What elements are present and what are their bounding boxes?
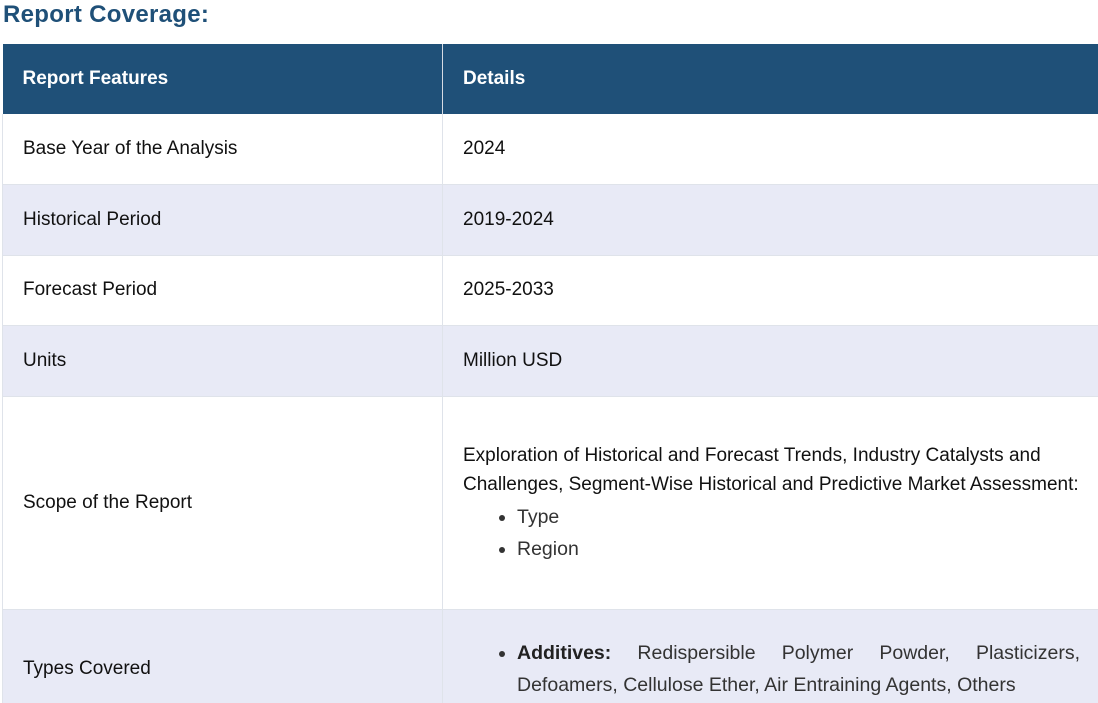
table-row-types: Types Covered Additives: Redispersible P… (2, 609, 1098, 703)
list-item: Additives: Redispersible Polymer Powder,… (517, 637, 1098, 701)
feature-cell: Historical Period (2, 184, 443, 256)
types-list: Additives: Redispersible Polymer Powder,… (463, 637, 1098, 701)
table-row-scope: Scope of the Report Exploration of Histo… (2, 396, 1098, 610)
list-item: Region (517, 533, 1098, 565)
scope-intro: Exploration of Historical and Forecast T… (463, 444, 1079, 495)
column-header-features: Report Features (2, 44, 443, 114)
detail-cell: Million USD (442, 325, 1098, 397)
feature-cell: Base Year of the Analysis (2, 114, 443, 185)
detail-cell: Additives: Redispersible Polymer Powder,… (442, 609, 1098, 703)
report-coverage-table: Report Features Details Base Year of the… (2, 44, 1098, 703)
feature-cell: Types Covered (2, 609, 443, 703)
detail-cell: Exploration of Historical and Forecast T… (442, 396, 1098, 610)
table-row: Units Million USD (2, 325, 1098, 397)
list-item: Type (517, 501, 1098, 533)
detail-cell: 2025-2033 (442, 255, 1098, 326)
column-header-details: Details (442, 44, 1098, 114)
detail-cell: 2024 (442, 114, 1098, 185)
feature-cell: Forecast Period (2, 255, 443, 326)
table-header-row: Report Features Details (2, 44, 1098, 114)
type-label: Additives: (517, 642, 612, 664)
table-row: Base Year of the Analysis 2024 (2, 114, 1098, 185)
table-row: Forecast Period 2025-2033 (2, 255, 1098, 326)
feature-cell: Scope of the Report (2, 396, 443, 610)
table-row: Historical Period 2019-2024 (2, 184, 1098, 256)
detail-cell: 2019-2024 (442, 184, 1098, 256)
scope-list: Type Region (463, 501, 1098, 565)
page-title: Report Coverage: (3, 1, 210, 28)
feature-cell: Units (2, 325, 443, 397)
